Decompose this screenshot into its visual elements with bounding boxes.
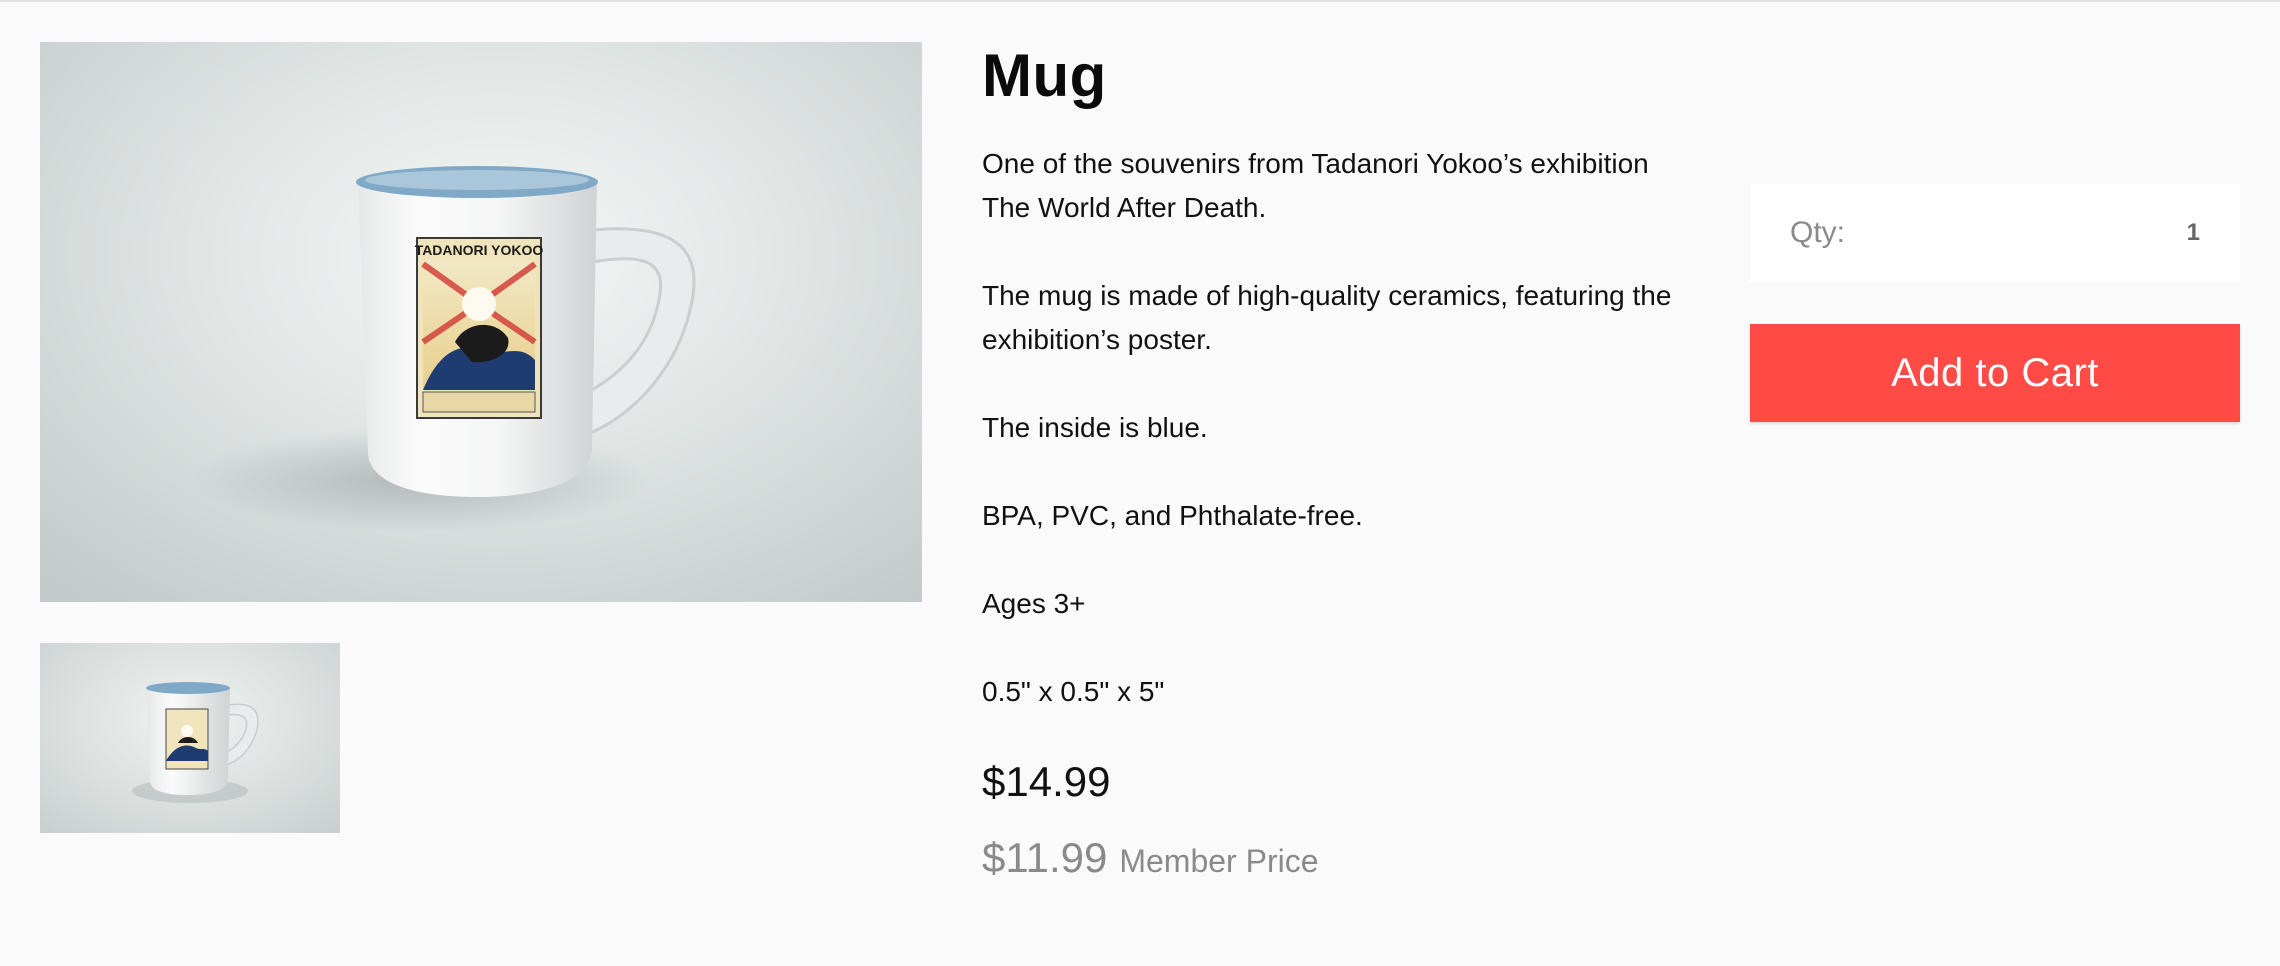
description-paragraph: The mug is made of high-quality ceramics… bbox=[982, 280, 1672, 355]
product-price: $14.99 bbox=[982, 758, 1111, 805]
exhibition-poster: TADANORI YOKOO bbox=[415, 237, 544, 419]
description-paragraph: One of the souvenirs from Tadanori Yokoo… bbox=[982, 148, 1649, 223]
svg-text:TADANORI YOKOO: TADANORI YOKOO bbox=[415, 242, 544, 258]
mug-photo-thumbnail bbox=[132, 682, 259, 803]
product-title: Mug bbox=[982, 42, 1107, 109]
description-paragraph: 0.5" x 0.5" x 5" bbox=[982, 676, 1165, 707]
quantity-input[interactable] bbox=[2080, 219, 2200, 247]
member-price-label: Member Price bbox=[1119, 843, 1319, 879]
product-main-image[interactable]: TADANORI YOKOO bbox=[40, 42, 922, 602]
member-price: $11.99 bbox=[982, 834, 1108, 881]
product-thumbnail[interactable] bbox=[40, 643, 340, 833]
mug-photo: TADANORI YOKOO bbox=[190, 166, 696, 532]
description-paragraph: BPA, PVC, and Phthalate-free. bbox=[982, 500, 1363, 531]
add-to-cart-button[interactable]: Add to Cart bbox=[1750, 324, 2240, 422]
member-price-row: $11.99 Member Price bbox=[982, 828, 1319, 891]
quantity-field-container[interactable]: Qty: bbox=[1750, 184, 2240, 282]
quantity-label: Qty: bbox=[1790, 216, 1846, 249]
top-divider bbox=[0, 0, 2280, 2]
description-paragraph: The inside is blue. bbox=[982, 412, 1208, 443]
description-paragraph: Ages 3+ bbox=[982, 588, 1086, 619]
product-description: One of the souvenirs from Tadanori Yokoo… bbox=[982, 142, 1702, 758]
